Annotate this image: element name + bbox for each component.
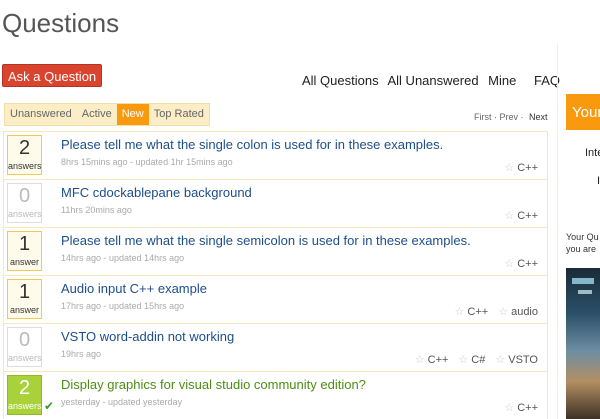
page-title: Questions xyxy=(2,8,120,38)
tab-active[interactable]: Active xyxy=(77,104,117,125)
answer-count: 2 answers xyxy=(7,375,42,415)
question-row: 1 answer Audio input C++ example 17hrs a… xyxy=(3,275,548,323)
tag-list: ☆ C++ xyxy=(504,257,538,270)
question-title-link[interactable]: Audio input C++ example xyxy=(61,281,207,296)
star-icon: ☆ xyxy=(504,258,515,270)
tag[interactable]: ☆ C++ xyxy=(504,161,538,174)
answer-count: 1 answer xyxy=(7,279,42,319)
question-row: 0 answers VSTO word-addin not working 19… xyxy=(3,323,548,371)
tag[interactable]: ☆ C++ xyxy=(504,257,538,270)
question-list: 2 answers Please tell me what the single… xyxy=(3,131,548,419)
pager-prev[interactable]: Prev xyxy=(500,112,519,122)
tag[interactable]: ☆ audio xyxy=(498,305,538,318)
sidebar-ad-image[interactable] xyxy=(566,268,600,419)
tag[interactable]: ☆ C++ xyxy=(455,305,489,318)
answer-count: 0 answers xyxy=(7,327,42,367)
star-icon: ☆ xyxy=(414,354,425,366)
column-divider xyxy=(557,44,558,419)
question-meta: 14hrs ago - updated 14hrs ago xyxy=(61,253,185,263)
sidebar-text-fragment: Inte xyxy=(585,147,600,159)
tag[interactable]: ☆ VSTO xyxy=(495,353,538,366)
star-icon: ☆ xyxy=(454,306,465,318)
question-title-link[interactable]: MFC cdockablepane background xyxy=(61,185,252,200)
pager: First · Prev · Next xyxy=(474,112,548,122)
question-meta: 11hrs 20mins ago xyxy=(61,205,132,215)
tab-top-rated[interactable]: Top Rated xyxy=(149,104,209,125)
question-meta: 8hrs 15mins ago - updated 1hr 15mins ago xyxy=(61,157,233,167)
question-row: 0 answers MFC cdockablepane background 1… xyxy=(3,179,548,227)
question-title-link[interactable]: VSTO word-addin not working xyxy=(61,329,234,344)
star-icon: ☆ xyxy=(504,162,515,174)
filter-tabs: Unanswered Active New Top Rated xyxy=(4,103,210,126)
tag-list: ☆ C++ xyxy=(504,401,538,414)
tag[interactable]: ☆ C# xyxy=(458,353,485,366)
star-icon: ☆ xyxy=(498,306,509,318)
question-row: 2 answers Please tell me what the single… xyxy=(3,131,548,179)
tag[interactable]: ☆ C++ xyxy=(504,401,538,414)
sidebar-text-line: you are xyxy=(566,244,597,254)
tag-list: ☆ C++ xyxy=(504,209,538,222)
answer-count: 1 answer xyxy=(7,231,42,271)
question-title-link[interactable]: Please tell me what the single colon is … xyxy=(61,137,443,152)
tag[interactable]: ☆ C++ xyxy=(415,353,449,366)
answer-count: 0 answers xyxy=(7,183,42,223)
star-icon: ☆ xyxy=(504,402,515,414)
tab-unanswered[interactable]: Unanswered xyxy=(5,104,77,125)
question-title-link[interactable]: Display graphics for visual studio commu… xyxy=(61,377,366,392)
accepted-check-icon: ✔ xyxy=(44,399,55,413)
star-icon: ☆ xyxy=(458,354,469,366)
sidebar-text-line: Your Qu xyxy=(566,232,599,242)
star-icon: ☆ xyxy=(495,354,506,366)
star-icon: ☆ xyxy=(504,210,515,222)
question-meta: yesterday - updated yesterday xyxy=(61,397,183,407)
nav-mine[interactable]: Mine xyxy=(488,73,516,88)
tag-list: ☆ C++ xyxy=(504,161,538,174)
answer-count: 2 answers xyxy=(7,135,42,175)
question-meta: 17hrs ago - updated 15hrs ago xyxy=(61,301,185,311)
nav-all-unanswered[interactable]: All Unanswered xyxy=(388,73,479,88)
question-meta: 19hrs ago xyxy=(61,349,102,359)
question-title-link[interactable]: Please tell me what the single semicolon… xyxy=(61,233,471,248)
ask-question-button[interactable]: Ask a Question xyxy=(2,64,103,87)
tag-list: ☆ C++ ☆ C# ☆ VSTO xyxy=(415,353,538,366)
tag[interactable]: ☆ C++ xyxy=(504,209,538,222)
question-row: 1 answer Please tell me what the single … xyxy=(3,227,548,275)
pager-first[interactable]: First xyxy=(474,112,492,122)
nav-all-questions[interactable]: All Questions xyxy=(302,73,379,88)
tag-list: ☆ C++ ☆ audio xyxy=(455,305,538,318)
tab-new[interactable]: New xyxy=(116,104,149,125)
question-row: 2 answers ✔ Display graphics for visual … xyxy=(3,371,548,419)
top-nav: All Questions All Unanswered Mine FAQ xyxy=(302,73,566,88)
pager-next[interactable]: Next xyxy=(529,112,548,122)
sidebar-box-text: Your xyxy=(572,104,600,121)
